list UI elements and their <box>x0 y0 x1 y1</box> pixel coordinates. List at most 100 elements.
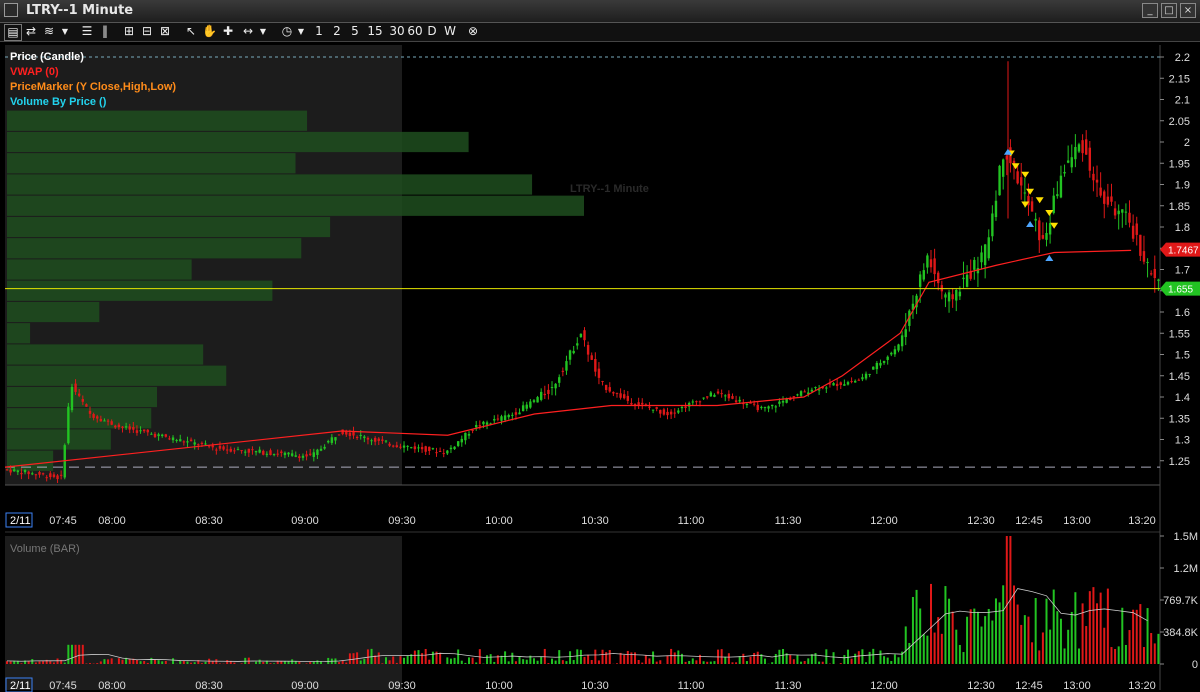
volume-bar <box>587 654 590 664</box>
volume-bar <box>309 662 312 664</box>
time-tick-label: 13:00 <box>1063 515 1091 527</box>
volume-bar <box>944 586 947 664</box>
candle-body <box>1074 146 1077 160</box>
volume-bar <box>854 653 857 664</box>
vbp-bar <box>7 323 31 344</box>
volume-bar <box>439 652 442 664</box>
candle-body <box>31 473 34 475</box>
volume-bar <box>240 663 243 664</box>
clock-icon[interactable]: ◷ <box>280 24 294 39</box>
volume-bar <box>691 658 694 664</box>
price-chart[interactable]: LTRY--1 Minute 2.2 2.15 2.1 2.05 2 1.95 1.9 1.8… <box>0 42 1200 692</box>
candle-body <box>330 437 334 443</box>
volume-bar <box>1121 607 1124 664</box>
candle-body <box>814 387 817 389</box>
volume-bar <box>1013 585 1016 664</box>
volume-bar <box>1067 629 1070 664</box>
volume-bar <box>406 655 409 664</box>
volume-tick-label: 384.8K <box>1163 627 1199 639</box>
volume-bar <box>135 659 138 664</box>
settings-icon[interactable]: ≋ <box>42 24 56 39</box>
measure-icon[interactable]: ↔ <box>240 24 256 39</box>
candle-body <box>233 450 236 452</box>
volume-bar <box>511 652 514 664</box>
candle-body <box>218 445 222 449</box>
volume-bar <box>1070 611 1073 664</box>
candle-body <box>359 435 362 437</box>
vertical-lines-icon[interactable]: ‖ <box>98 24 112 39</box>
candle-body <box>825 387 828 389</box>
volume-bar <box>839 663 842 664</box>
volume-bar <box>395 662 398 664</box>
interval-1[interactable]: 1 <box>312 24 326 39</box>
candle-body <box>918 274 922 287</box>
volume-bar <box>204 661 207 664</box>
candle-body <box>428 446 431 451</box>
hand-pan-icon[interactable]: ✋ <box>202 24 217 39</box>
link-icon[interactable]: ⇄ <box>24 24 38 39</box>
candle-body <box>269 450 272 455</box>
volume-bar <box>172 658 175 664</box>
time-tick-label: 10:30 <box>581 680 609 692</box>
volume-bar <box>948 598 951 664</box>
interval-30[interactable]: 30 <box>388 24 406 39</box>
interval-5[interactable]: 5 <box>348 24 362 39</box>
candle-body <box>410 447 413 449</box>
volume-bar <box>345 662 348 664</box>
candle-body <box>153 433 157 438</box>
candle-body <box>417 447 420 449</box>
candle-body <box>673 412 676 414</box>
interval-daily[interactable]: D <box>425 24 439 39</box>
zoom-out-icon[interactable]: ⊠ <box>158 24 172 39</box>
volume-bar <box>1106 588 1109 664</box>
interval-dropdown-icon[interactable]: ▼ <box>296 24 306 39</box>
time-tick-label: 12:00 <box>870 515 898 527</box>
candle-body <box>9 469 12 473</box>
candle-body <box>568 350 572 360</box>
interval-60[interactable]: 60 <box>406 24 424 39</box>
candle-body <box>456 441 460 446</box>
close-button[interactable]: × <box>1180 3 1196 18</box>
volume-bar <box>771 662 774 664</box>
volume-bar <box>615 663 618 664</box>
dropdown-icon[interactable]: ▼ <box>60 24 70 39</box>
crosshair-icon[interactable]: ✚ <box>221 24 235 39</box>
interval-weekly[interactable]: W <box>442 24 458 39</box>
volume-bar <box>940 633 943 664</box>
candle-body <box>669 411 673 415</box>
zoom-in-icon[interactable]: ⊞ <box>122 24 136 39</box>
candle-body <box>1106 196 1110 205</box>
interval-2[interactable]: 2 <box>330 24 344 39</box>
volume-bar <box>572 660 575 664</box>
candle-body <box>1045 232 1048 240</box>
horizontal-lines-icon[interactable]: ☰ <box>80 24 94 39</box>
maximize-button[interactable]: □ <box>1161 3 1177 18</box>
volume-bar <box>673 652 676 664</box>
candle-body <box>251 449 254 451</box>
candle-body <box>438 450 442 452</box>
candle-body <box>496 418 500 420</box>
candle-body <box>572 350 575 354</box>
volume-bar <box>738 656 741 664</box>
volume-bar <box>911 596 914 664</box>
volume-bar <box>1132 609 1135 664</box>
candle-body <box>695 401 698 403</box>
volume-bar <box>861 649 864 664</box>
volume-bar <box>677 650 680 664</box>
cursor-arrow-icon[interactable]: ↖ <box>184 24 198 39</box>
chart-type-icon[interactable]: ▤ <box>4 24 22 41</box>
volume-bar <box>644 655 647 664</box>
draw-dropdown-icon[interactable]: ▼ <box>258 24 268 39</box>
cancel-icon[interactable]: ⊗ <box>466 24 480 39</box>
volume-bar <box>576 649 579 664</box>
candle-body <box>615 392 619 394</box>
volume-bar <box>417 650 420 664</box>
volume-bar <box>258 659 261 664</box>
candle-body <box>327 440 330 443</box>
candle-body <box>1113 208 1117 216</box>
candle-body <box>377 438 380 441</box>
minimize-button[interactable]: _ <box>1142 3 1158 18</box>
time-tick-label: 13:00 <box>1063 680 1091 692</box>
interval-15[interactable]: 15 <box>366 24 384 39</box>
zoom-fit-icon[interactable]: ⊟ <box>140 24 154 39</box>
